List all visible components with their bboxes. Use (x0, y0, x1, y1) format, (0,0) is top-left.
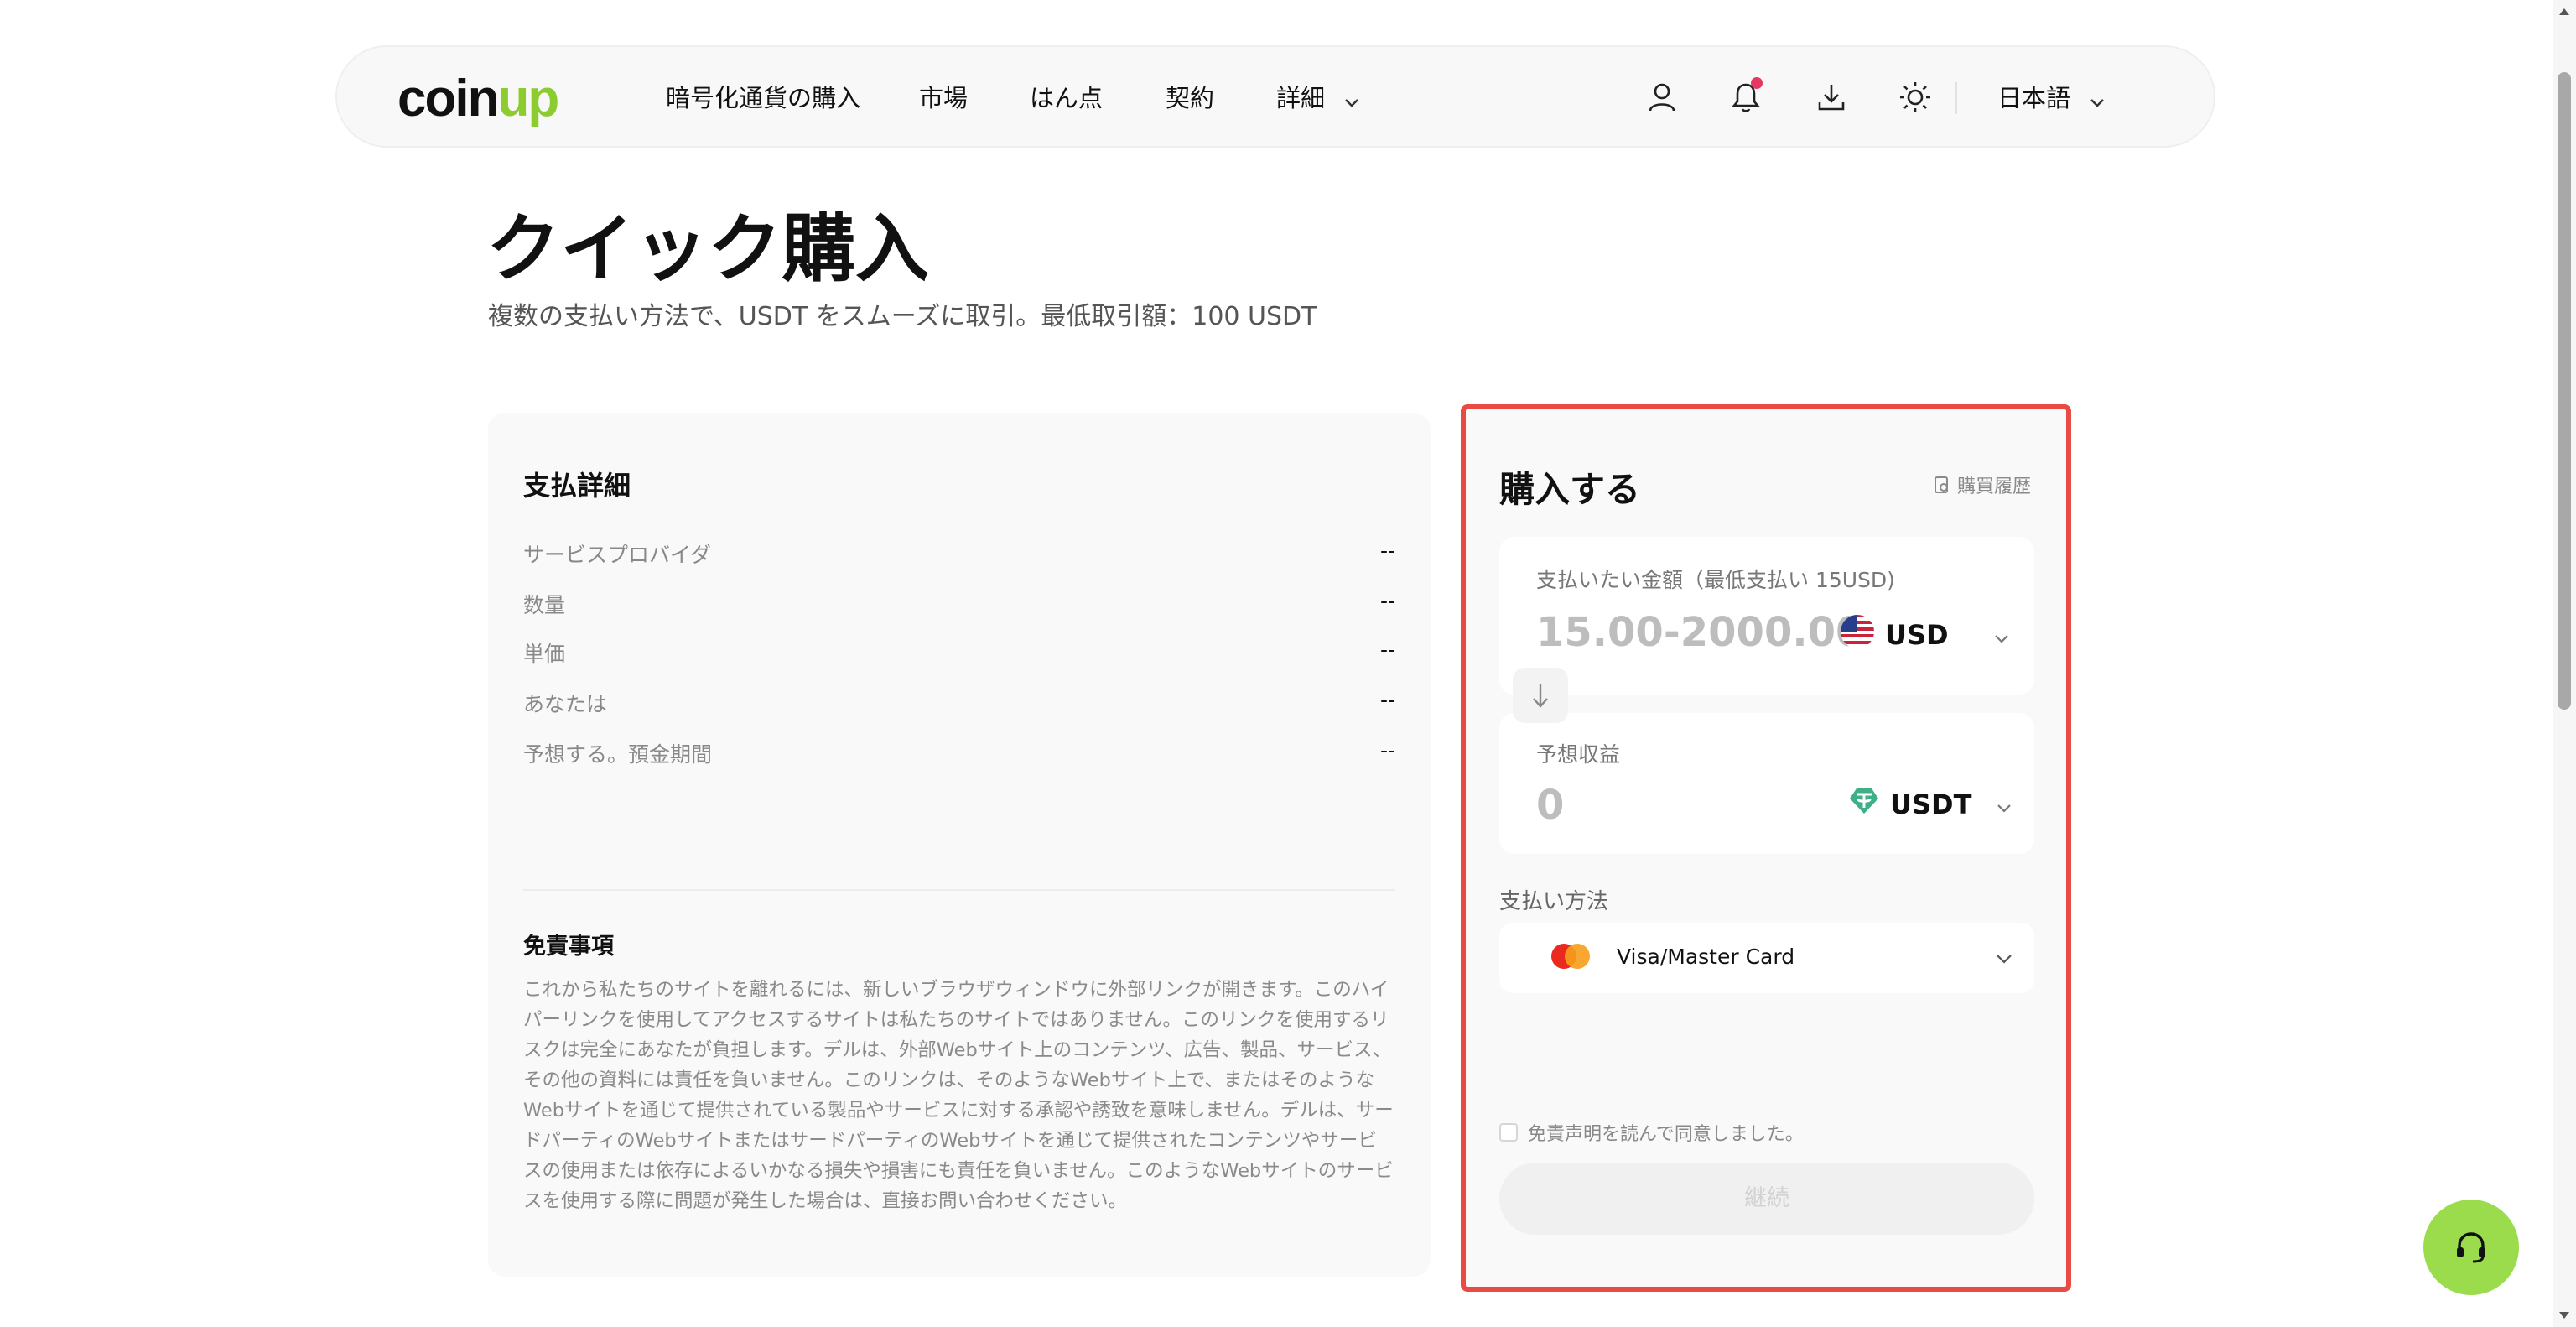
nav-buy-crypto[interactable]: 暗号化通貨の購入 (666, 79, 860, 114)
support-button[interactable] (2423, 1200, 2519, 1295)
pay-amount-input[interactable]: 15.00-2000.00 (1536, 609, 1863, 656)
payment-method-label: 支払い方法 (1499, 889, 1609, 914)
buy-panel: 購入する 購買履歴 支払いたい金額（最低支払い 15USD) 15.00-200… (1461, 404, 2071, 1292)
payment-details-title: 支払詳細 (523, 470, 631, 502)
nav-contract[interactable]: 契約 (1166, 79, 1214, 114)
payment-details-card: 支払詳細 サービスプロバイダ -- 数量 -- 単価 -- あなたは -- 予想… (488, 413, 1431, 1277)
user-icon[interactable] (1642, 77, 1682, 117)
agree-label: 免責声明を読んで同意しました。 (1528, 1124, 1804, 1145)
nav-divider (1955, 82, 1957, 114)
scrollbar-thumb[interactable] (2558, 72, 2571, 710)
receive-amount-box: 予想収益 0 USDT (1499, 713, 2034, 854)
detail-row: 予想する。預金期間 -- (523, 738, 1395, 772)
top-nav: coin up 暗号化通貨の購入 市場 はん点 契約 詳細 日本語 (335, 45, 2215, 148)
swap-arrow-icon (1513, 668, 1568, 723)
logo-text-suffix: up (497, 69, 559, 127)
continue-button[interactable]: 継続 (1499, 1163, 2034, 1235)
history-icon (1934, 476, 1948, 493)
detail-value: -- (1379, 539, 1395, 563)
bell-icon[interactable] (1726, 77, 1766, 117)
detail-value: -- (1379, 589, 1395, 613)
receive-amount-value: 0 (1536, 782, 1565, 829)
chevron-down-icon (1344, 86, 1359, 114)
chevron-down-icon (2090, 86, 2105, 114)
buy-title: 購入する (1499, 469, 1641, 510)
scroll-down-arrow[interactable] (2559, 1312, 2569, 1319)
sun-icon[interactable] (1895, 77, 1935, 117)
receive-currency-select[interactable]: USDT (1848, 785, 2012, 824)
pay-amount-box: 支払いたい金額（最低支払い 15USD) 15.00-2000.00 USD (1499, 537, 2034, 695)
pay-amount-label: 支払いたい金額（最低支払い 15USD) (1536, 568, 1895, 592)
disclaimer-title: 免責事項 (523, 934, 614, 960)
detail-label: サービスプロバイダ (523, 543, 712, 567)
download-icon[interactable] (1811, 77, 1852, 117)
mastercard-icon (1548, 941, 1593, 975)
scrollbar[interactable] (2553, 0, 2576, 1327)
tether-icon (1848, 785, 1880, 824)
detail-value: -- (1379, 637, 1395, 662)
nav-more-label: 詳細 (1276, 84, 1326, 112)
notification-dot (1751, 77, 1763, 89)
us-flag-icon (1840, 614, 1875, 656)
language-label: 日本語 (1997, 84, 2071, 112)
detail-row: サービスプロバイダ -- (523, 539, 1395, 572)
agree-checkbox[interactable] (1499, 1123, 1518, 1142)
page-title: クイック購入 (486, 206, 930, 292)
detail-label: あなたは (523, 692, 608, 716)
pay-currency-select[interactable]: USD (1840, 614, 2009, 656)
detail-value: -- (1379, 688, 1395, 712)
payment-method-value: Visa/Master Card (1617, 945, 1795, 969)
logo-text-prefix: coin (397, 69, 499, 127)
detail-row: 数量 -- (523, 589, 1395, 622)
language-selector[interactable]: 日本語 (1997, 79, 2105, 114)
detail-row: あなたは -- (523, 688, 1395, 721)
purchase-history-label: 購買履歴 (1956, 476, 2031, 497)
chevron-down-icon (1996, 951, 2012, 967)
payment-method-select[interactable]: Visa/Master Card (1499, 923, 2034, 993)
nav-more[interactable]: 詳細 (1276, 79, 1359, 114)
coinup-logo[interactable]: coin up (397, 69, 559, 127)
page-subtitle: 複数の支払い方法で、USDT をスムーズに取引。最低取引額：100 USDT (488, 302, 1317, 331)
section-divider (523, 889, 1395, 891)
detail-label: 予想する。預金期間 (523, 742, 713, 767)
chevron-down-icon (1994, 619, 2009, 651)
nav-markets[interactable]: 市場 (919, 79, 968, 114)
detail-value: -- (1379, 738, 1395, 762)
scroll-up-arrow[interactable] (2559, 8, 2569, 15)
disclaimer-text: これから私たちのサイトを離れるには、新しいブラウザウィンドウに外部リンクが開きま… (523, 979, 1394, 1212)
receive-label: 予想収益 (1536, 742, 1621, 767)
chevron-down-icon (1997, 788, 2012, 820)
detail-label: 数量 (523, 593, 566, 617)
detail-row: 単価 -- (523, 637, 1395, 671)
headset-icon (2457, 1232, 2485, 1263)
pay-currency-label: USD (1885, 619, 1949, 651)
detail-label: 単価 (523, 642, 566, 666)
agreement-row: 免責声明を読んで同意しました。 (1499, 1119, 1804, 1146)
purchase-history-link[interactable]: 購買履歴 (1934, 471, 2031, 498)
nav-spot[interactable]: はん点 (1030, 79, 1103, 114)
receive-currency-label: USDT (1890, 788, 1972, 820)
